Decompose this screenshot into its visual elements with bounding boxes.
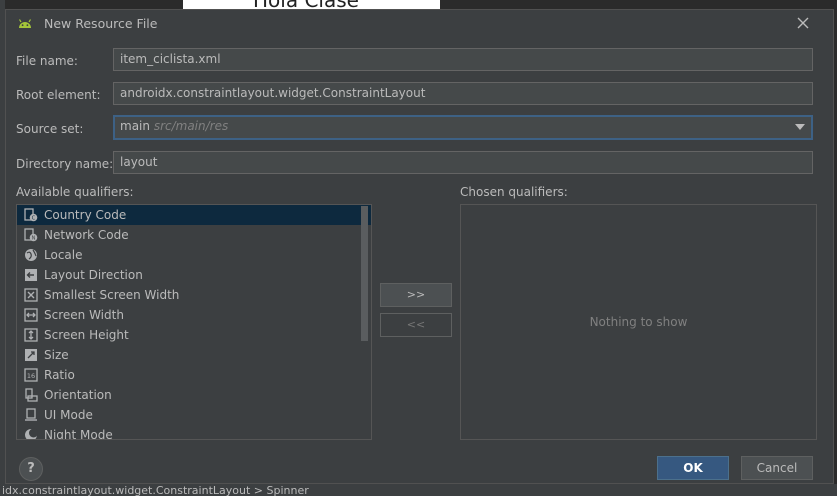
list-item-label: Locale <box>44 248 83 262</box>
dialog-title: New Resource File <box>44 16 158 31</box>
list-item-label: Network Code <box>44 228 129 242</box>
orientation-icon <box>24 388 38 402</box>
file-name-input[interactable]: item_ciclista.xml <box>113 48 813 71</box>
remove-qualifier-button[interactable]: << <box>380 313 452 337</box>
file-name-label: File name: <box>16 54 78 68</box>
list-item-label: Orientation <box>44 388 112 402</box>
close-icon[interactable] <box>795 15 811 31</box>
chosen-qualifiers-label: Chosen qualifiers: <box>460 185 568 199</box>
list-item[interactable]: UI Mode <box>17 405 371 425</box>
ide-status-bar: idx.constraintlayout.widget.ConstraintLa… <box>0 484 837 496</box>
svg-text:16: 16 <box>27 372 35 380</box>
root-element-input[interactable]: androidx.constraintlayout.widget.Constra… <box>113 82 813 105</box>
list-item-label: Layout Direction <box>44 268 143 282</box>
source-set-value: main <box>120 119 150 133</box>
list-item-label: UI Mode <box>44 408 93 422</box>
svg-text:N: N <box>32 236 36 242</box>
list-item[interactable]: Layout Direction <box>17 265 371 285</box>
ok-button[interactable]: OK <box>657 456 729 480</box>
network-code-icon: N <box>24 228 38 242</box>
source-set-path: src/main/res <box>153 119 229 133</box>
empty-state-text: Nothing to show <box>589 315 688 329</box>
smallest-width-icon <box>24 288 38 302</box>
android-icon <box>18 17 32 29</box>
list-item[interactable]: N Network Code <box>17 225 371 245</box>
available-qualifiers-label: Available qualifiers: <box>16 185 134 199</box>
list-item-label: Night Mode <box>44 428 113 440</box>
screen-width-icon <box>24 308 38 322</box>
root-element-label: Root element: <box>16 88 101 102</box>
file-name-value: item_ciclista.xml <box>120 52 221 66</box>
list-item-label: Screen Height <box>44 328 129 342</box>
list-item[interactable]: Locale <box>17 245 371 265</box>
list-item[interactable]: Screen Width <box>17 305 371 325</box>
add-qualifier-button[interactable]: >> <box>380 283 452 307</box>
layout-direction-icon <box>24 268 38 282</box>
directory-name-value: layout <box>120 155 158 169</box>
country-code-icon: C <box>24 208 38 222</box>
cancel-button[interactable]: Cancel <box>741 456 813 480</box>
chevron-down-icon[interactable] <box>795 124 805 130</box>
list-item[interactable]: Smallest Screen Width <box>17 285 371 305</box>
root-element-value: androidx.constraintlayout.widget.Constra… <box>120 86 426 100</box>
globe-icon <box>24 248 38 262</box>
available-qualifiers-list[interactable]: C Country Code N Network Code Locale Lay… <box>16 204 372 440</box>
directory-name-input[interactable]: layout <box>113 151 813 174</box>
list-item[interactable]: Night Mode <box>17 425 371 440</box>
ratio-icon: 16 <box>24 368 38 382</box>
dialog-titlebar: New Resource File <box>6 10 833 37</box>
list-item-label: Country Code <box>44 208 127 222</box>
help-button[interactable]: ? <box>19 457 43 481</box>
source-set-label: Source set: <box>16 122 84 136</box>
list-item-label: Ratio <box>44 368 75 382</box>
svg-text:C: C <box>32 216 36 222</box>
chosen-qualifiers-list[interactable]: Nothing to show <box>460 204 817 440</box>
list-item[interactable]: Size <box>17 345 371 365</box>
source-set-dropdown[interactable]: main src/main/res <box>113 115 813 140</box>
new-resource-file-dialog: New Resource File File name: item_ciclis… <box>5 9 834 484</box>
list-item[interactable]: Orientation <box>17 385 371 405</box>
size-icon <box>24 348 38 362</box>
night-mode-icon <box>24 428 38 439</box>
list-item[interactable]: C Country Code <box>17 205 371 225</box>
ui-mode-icon <box>24 408 38 422</box>
list-item-label: Screen Width <box>44 308 124 322</box>
available-qualifiers-scrollbar[interactable] <box>361 206 368 341</box>
list-item[interactable]: Screen Height <box>17 325 371 345</box>
list-item[interactable]: 16 Ratio <box>17 365 371 385</box>
directory-name-label: Directory name: <box>16 157 114 171</box>
list-item-label: Size <box>44 348 69 362</box>
screen-height-icon <box>24 328 38 342</box>
list-item-label: Smallest Screen Width <box>44 288 180 302</box>
